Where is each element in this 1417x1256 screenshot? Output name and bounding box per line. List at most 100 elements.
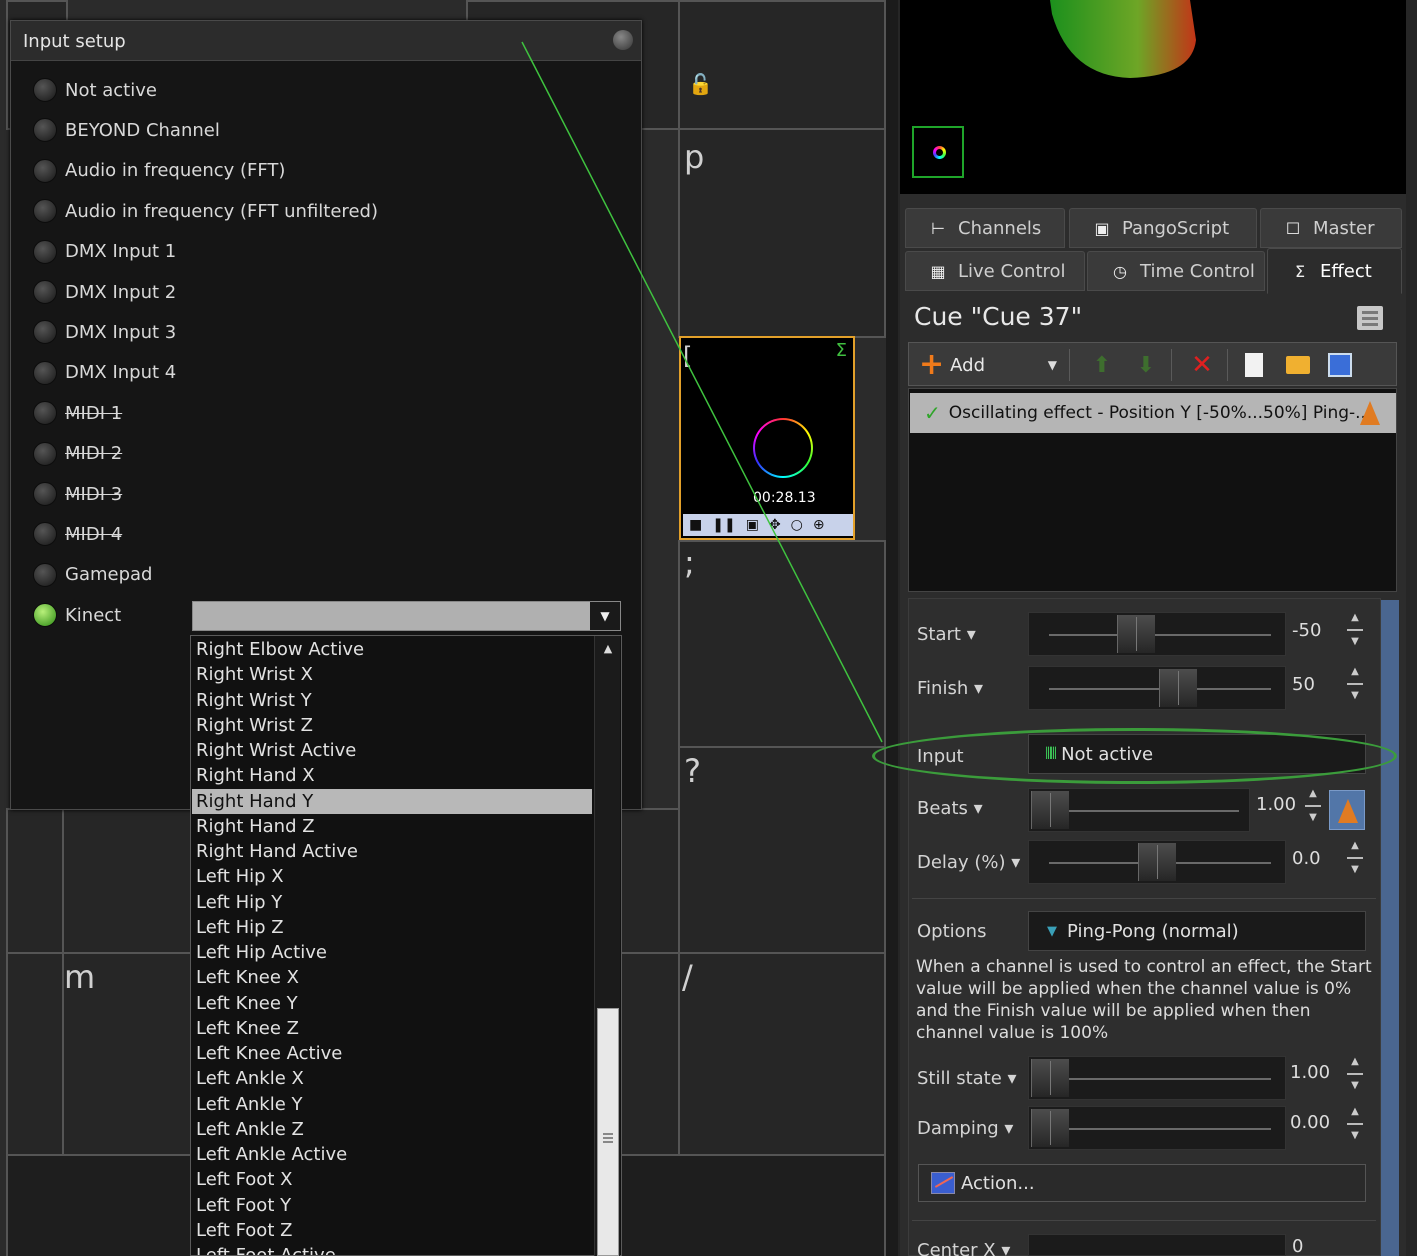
add-effect-button[interactable]: + Add ▼ — [913, 343, 1063, 387]
panel-divider[interactable] — [886, 0, 898, 1256]
tab-master[interactable]: ☐ Master — [1260, 208, 1402, 248]
start-spinner[interactable]: ▲ ▼ — [1344, 612, 1366, 652]
rotate-icon[interactable]: ○ — [791, 517, 803, 533]
still-state-label[interactable]: Still state ▾ — [917, 1068, 1017, 1089]
scroll-thumb[interactable] — [597, 1008, 619, 1256]
move-icon[interactable]: ✥ — [769, 517, 781, 533]
input-option-7[interactable]: DMX Input 4 — [33, 358, 176, 388]
kinect-list-item[interactable]: Left Hip Active — [192, 940, 592, 965]
center-x-value[interactable]: 0 — [1292, 1236, 1303, 1256]
delete-effect-button[interactable]: ✕ — [1185, 343, 1219, 387]
tab-time-control[interactable]: ◷ Time Control — [1087, 251, 1265, 291]
radio-icon[interactable] — [33, 239, 57, 264]
kinect-list-item[interactable]: Right Elbow Active — [192, 637, 592, 662]
input-option-13[interactable]: Kinect — [33, 600, 121, 630]
move-up-button[interactable]: ⬆ — [1085, 343, 1119, 387]
open-button[interactable] — [1281, 343, 1315, 387]
beats-value[interactable]: 1.00 — [1256, 794, 1296, 815]
kinect-list-item[interactable]: Left Knee Z — [192, 1016, 592, 1041]
radio-icon[interactable] — [33, 78, 57, 102]
delay-slider[interactable] — [1028, 840, 1286, 884]
options-dropdown[interactable]: ▼ Ping-Pong (normal) — [1028, 911, 1366, 951]
kinect-list-item[interactable]: Left Knee Active — [192, 1041, 592, 1066]
delay-value[interactable]: 0.0 — [1292, 848, 1321, 869]
crosshair-icon[interactable]: ⊕ — [813, 517, 825, 533]
kinect-list-item[interactable]: Left Hip Y — [192, 890, 592, 915]
input-option-6[interactable]: DMX Input 3 — [33, 317, 176, 347]
input-option-5[interactable]: DMX Input 2 — [33, 277, 176, 307]
kinect-list-item[interactable]: Left Hip X — [192, 864, 592, 889]
move-down-button[interactable]: ⬇ — [1129, 343, 1163, 387]
kinect-list-item[interactable]: Left Hip Z — [192, 915, 592, 940]
slider-thumb[interactable] — [1138, 843, 1176, 881]
kinect-list-item[interactable]: Right Wrist Z — [192, 713, 592, 738]
finish-label[interactable]: Finish ▾ — [917, 678, 983, 699]
tab-channels[interactable]: ⊢ Channels — [905, 208, 1065, 248]
kinect-list-item[interactable]: Left Foot Y — [192, 1193, 592, 1218]
center-x-slider[interactable] — [1028, 1234, 1286, 1256]
active-cue-cell[interactable]: [ Σ 00:28.13 ■ ❚❚ ▣ ✥ ○ ⊕ — [679, 336, 855, 540]
kinect-list-item[interactable]: Left Ankle X — [192, 1066, 592, 1091]
pause-icon[interactable]: ❚❚ — [712, 517, 735, 533]
input-option-2[interactable]: Audio in frequency (FFT) — [33, 156, 285, 186]
damping-value[interactable]: 0.00 — [1290, 1112, 1330, 1133]
stop-icon[interactable]: ■ — [689, 517, 702, 533]
slider-thumb[interactable] — [1159, 669, 1198, 707]
still-state-value[interactable]: 1.00 — [1290, 1062, 1330, 1083]
kinect-list-scrollbar[interactable]: ▲ — [594, 636, 620, 1256]
beats-slider[interactable] — [1028, 788, 1250, 832]
input-option-9[interactable]: MIDI 2 — [33, 439, 122, 469]
kinect-list-item[interactable]: Right Wrist Active — [192, 738, 592, 763]
grid-cell[interactable] — [620, 808, 680, 954]
radio-icon[interactable] — [33, 158, 57, 183]
preview-thumbnail[interactable] — [912, 126, 964, 178]
finish-slider[interactable] — [1028, 666, 1286, 710]
effect-list-item[interactable]: ✓ Oscillating effect - Position Y [-50%.… — [910, 393, 1396, 433]
kinect-list-item[interactable]: Right Hand Y — [192, 788, 592, 814]
kinect-list-item[interactable]: Right Wrist Y — [192, 688, 592, 713]
grid-cell[interactable]: p — [678, 128, 886, 338]
parameters-scrollbar[interactable] — [1381, 600, 1399, 1256]
close-icon[interactable] — [613, 30, 633, 50]
grid-cell[interactable]: m — [62, 952, 192, 1156]
radio-icon[interactable] — [33, 482, 57, 506]
kinect-list-item[interactable]: Right Hand Z — [192, 814, 592, 839]
slider-thumb[interactable] — [1116, 615, 1155, 653]
slider-thumb[interactable] — [1031, 791, 1069, 829]
input-option-12[interactable]: Gamepad — [33, 560, 152, 590]
damping-label[interactable]: Damping ▾ — [917, 1118, 1013, 1139]
input-option-8[interactable]: MIDI 1 — [33, 398, 122, 428]
input-option-0[interactable]: Not active — [33, 75, 157, 105]
grid-cell[interactable] — [620, 952, 680, 1156]
radio-icon[interactable] — [33, 118, 57, 143]
still-state-slider[interactable] — [1028, 1056, 1286, 1100]
tab-effect[interactable]: Σ Effect — [1267, 248, 1402, 294]
beats-label[interactable]: Beats ▾ — [917, 798, 983, 819]
grid-cell[interactable]: ; — [678, 540, 886, 748]
slider-thumb[interactable] — [1031, 1109, 1069, 1147]
start-label[interactable]: Start ▾ — [917, 624, 976, 645]
radio-icon[interactable] — [33, 199, 57, 224]
finish-spinner[interactable]: ▲ ▼ — [1344, 666, 1366, 706]
radio-icon[interactable] — [33, 522, 57, 547]
save-button[interactable] — [1323, 343, 1357, 387]
kinect-list-item[interactable]: Left Ankle Y — [192, 1092, 592, 1117]
start-value[interactable]: -50 — [1292, 620, 1321, 641]
frame-icon[interactable]: ▣ — [746, 517, 759, 533]
input-option-11[interactable]: MIDI 4 — [33, 519, 122, 549]
kinect-list-item[interactable]: Left Foot Z — [192, 1218, 592, 1243]
slider-thumb[interactable] — [1031, 1059, 1069, 1097]
radio-icon[interactable] — [33, 320, 57, 345]
kinect-list-item[interactable]: Left Foot Active — [192, 1243, 592, 1255]
tab-live-control[interactable]: ▦ Live Control — [905, 251, 1085, 291]
kinect-list-item[interactable]: Left Foot X — [192, 1167, 592, 1192]
grid-cell[interactable] — [6, 808, 64, 954]
input-option-1[interactable]: BEYOND Channel — [33, 115, 220, 145]
tab-pangoscript[interactable]: ▣ PangoScript — [1069, 208, 1257, 248]
cue-properties-icon[interactable] — [1357, 306, 1383, 330]
scroll-up-icon[interactable]: ▲ — [595, 638, 621, 660]
radio-icon[interactable] — [33, 401, 57, 426]
grid-cell[interactable]: 🔓 — [678, 0, 886, 130]
start-slider[interactable] — [1028, 612, 1286, 656]
new-file-button[interactable] — [1237, 343, 1271, 387]
